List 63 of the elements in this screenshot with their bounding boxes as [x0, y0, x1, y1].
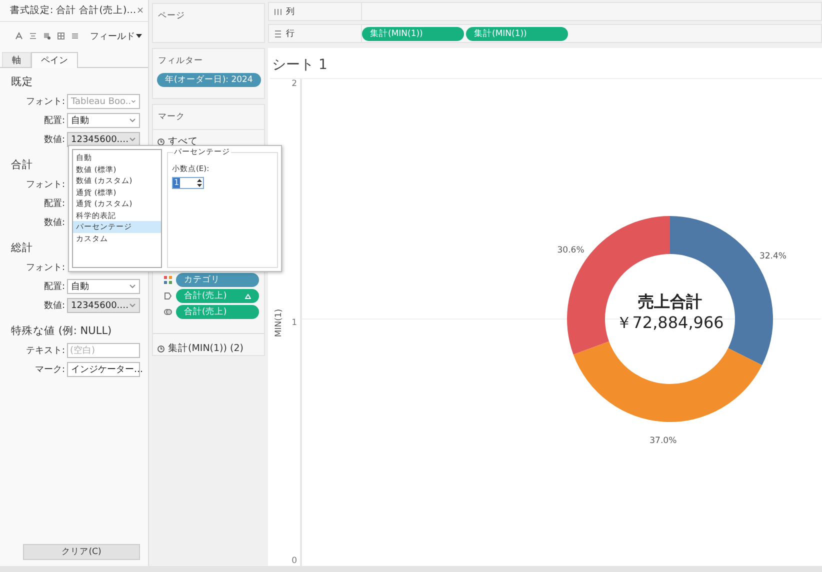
detail-icon	[164, 308, 172, 316]
field-label: 数値:	[42, 300, 65, 312]
card-title: フィルター	[157, 55, 204, 68]
field-menu[interactable]: フィールド	[90, 30, 142, 42]
center-title: 売上合計	[638, 292, 702, 313]
axis-title: MIN(1)	[274, 308, 284, 337]
field-label: フォント:	[24, 96, 65, 108]
section-heading: 合計	[11, 158, 33, 173]
field-label: テキスト:	[24, 345, 65, 357]
font-icon[interactable]	[15, 32, 23, 40]
caret-icon	[136, 34, 142, 38]
section-heading: 既定	[11, 75, 33, 90]
align-icon[interactable]	[29, 32, 37, 40]
shelf-label: 列	[286, 6, 295, 18]
clock-icon	[157, 344, 165, 352]
field-label: フォント:	[24, 179, 65, 191]
caret-icon	[129, 118, 136, 123]
card-title: マーク	[157, 111, 186, 124]
clear-button[interactable]: クリア(C)	[23, 544, 140, 560]
columns-icon	[274, 8, 282, 16]
axis-tick: 2	[292, 79, 297, 89]
caret-icon	[129, 284, 136, 289]
dropdown-field[interactable]: 12345600.…	[67, 298, 140, 313]
lines-icon[interactable]	[71, 32, 79, 40]
label-icon	[164, 292, 172, 300]
marks-layer-label[interactable]: 集計(MIN(1)) (2)	[168, 342, 244, 355]
field-label: 数値:	[42, 216, 65, 229]
shading-icon[interactable]	[43, 32, 51, 40]
panel-title: 書式設定: 合計 合計(売上)…	[10, 4, 136, 17]
text-field[interactable]: (空白)	[67, 343, 140, 358]
caret-icon	[129, 303, 136, 308]
value-label: 30.6%	[557, 246, 584, 256]
color-icon	[164, 276, 172, 284]
sheet-title: シート 1	[271, 56, 328, 75]
field-label: 配置:	[42, 198, 65, 210]
field-label: 数値:	[42, 134, 65, 146]
borders-icon[interactable]	[57, 32, 65, 40]
section-heading: 総計	[11, 241, 33, 256]
center-value: ￥72,884,966	[616, 313, 724, 334]
tab[interactable]: 軸	[2, 52, 31, 67]
section-heading: 特殊な値 (例: NULL)	[11, 324, 112, 339]
dropdown-field[interactable]: 自動	[67, 113, 140, 128]
dropdown-field[interactable]: インジケーター…	[67, 362, 140, 377]
spin-arrows-icon[interactable]	[196, 178, 203, 188]
axis-tick: 1	[292, 318, 297, 328]
axis-tick: 0	[292, 556, 297, 566]
field-label: マーク:	[34, 364, 65, 376]
close-button[interactable]: ×	[136, 6, 144, 16]
field-label: 配置:	[42, 114, 65, 127]
value-label: 37.0%	[650, 436, 677, 446]
tab[interactable]: ペイン	[31, 52, 78, 68]
value-label: 32.4%	[759, 251, 786, 262]
field-label: 配置:	[42, 280, 65, 293]
spinner-field[interactable]: 1	[172, 177, 204, 189]
clock-icon	[157, 138, 165, 146]
caret-icon	[131, 99, 136, 104]
marks-all-label[interactable]: すべて	[168, 135, 198, 148]
field-label: フォント:	[24, 262, 65, 274]
card-title: ページ	[157, 10, 186, 23]
caret-icon	[129, 137, 136, 142]
shelf-label: 行	[286, 28, 295, 40]
dropdown-field[interactable]: 自動	[67, 279, 140, 294]
rows-icon	[274, 30, 282, 38]
